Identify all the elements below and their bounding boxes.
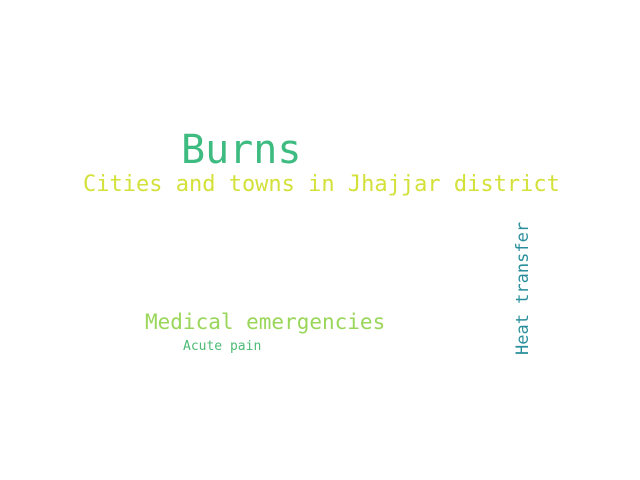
word-heat-transfer: Heat transfer <box>513 221 533 355</box>
word-cities-and-towns-in-jhajjar-district: Cities and towns in Jhajjar district <box>83 172 560 197</box>
word-burns: Burns <box>181 127 302 173</box>
word-acute-pain: Acute pain <box>183 339 262 354</box>
word-medical-emergencies: Medical emergencies <box>145 310 386 334</box>
word-cloud-canvas: Burns Cities and towns in Jhajjar distri… <box>0 0 640 480</box>
